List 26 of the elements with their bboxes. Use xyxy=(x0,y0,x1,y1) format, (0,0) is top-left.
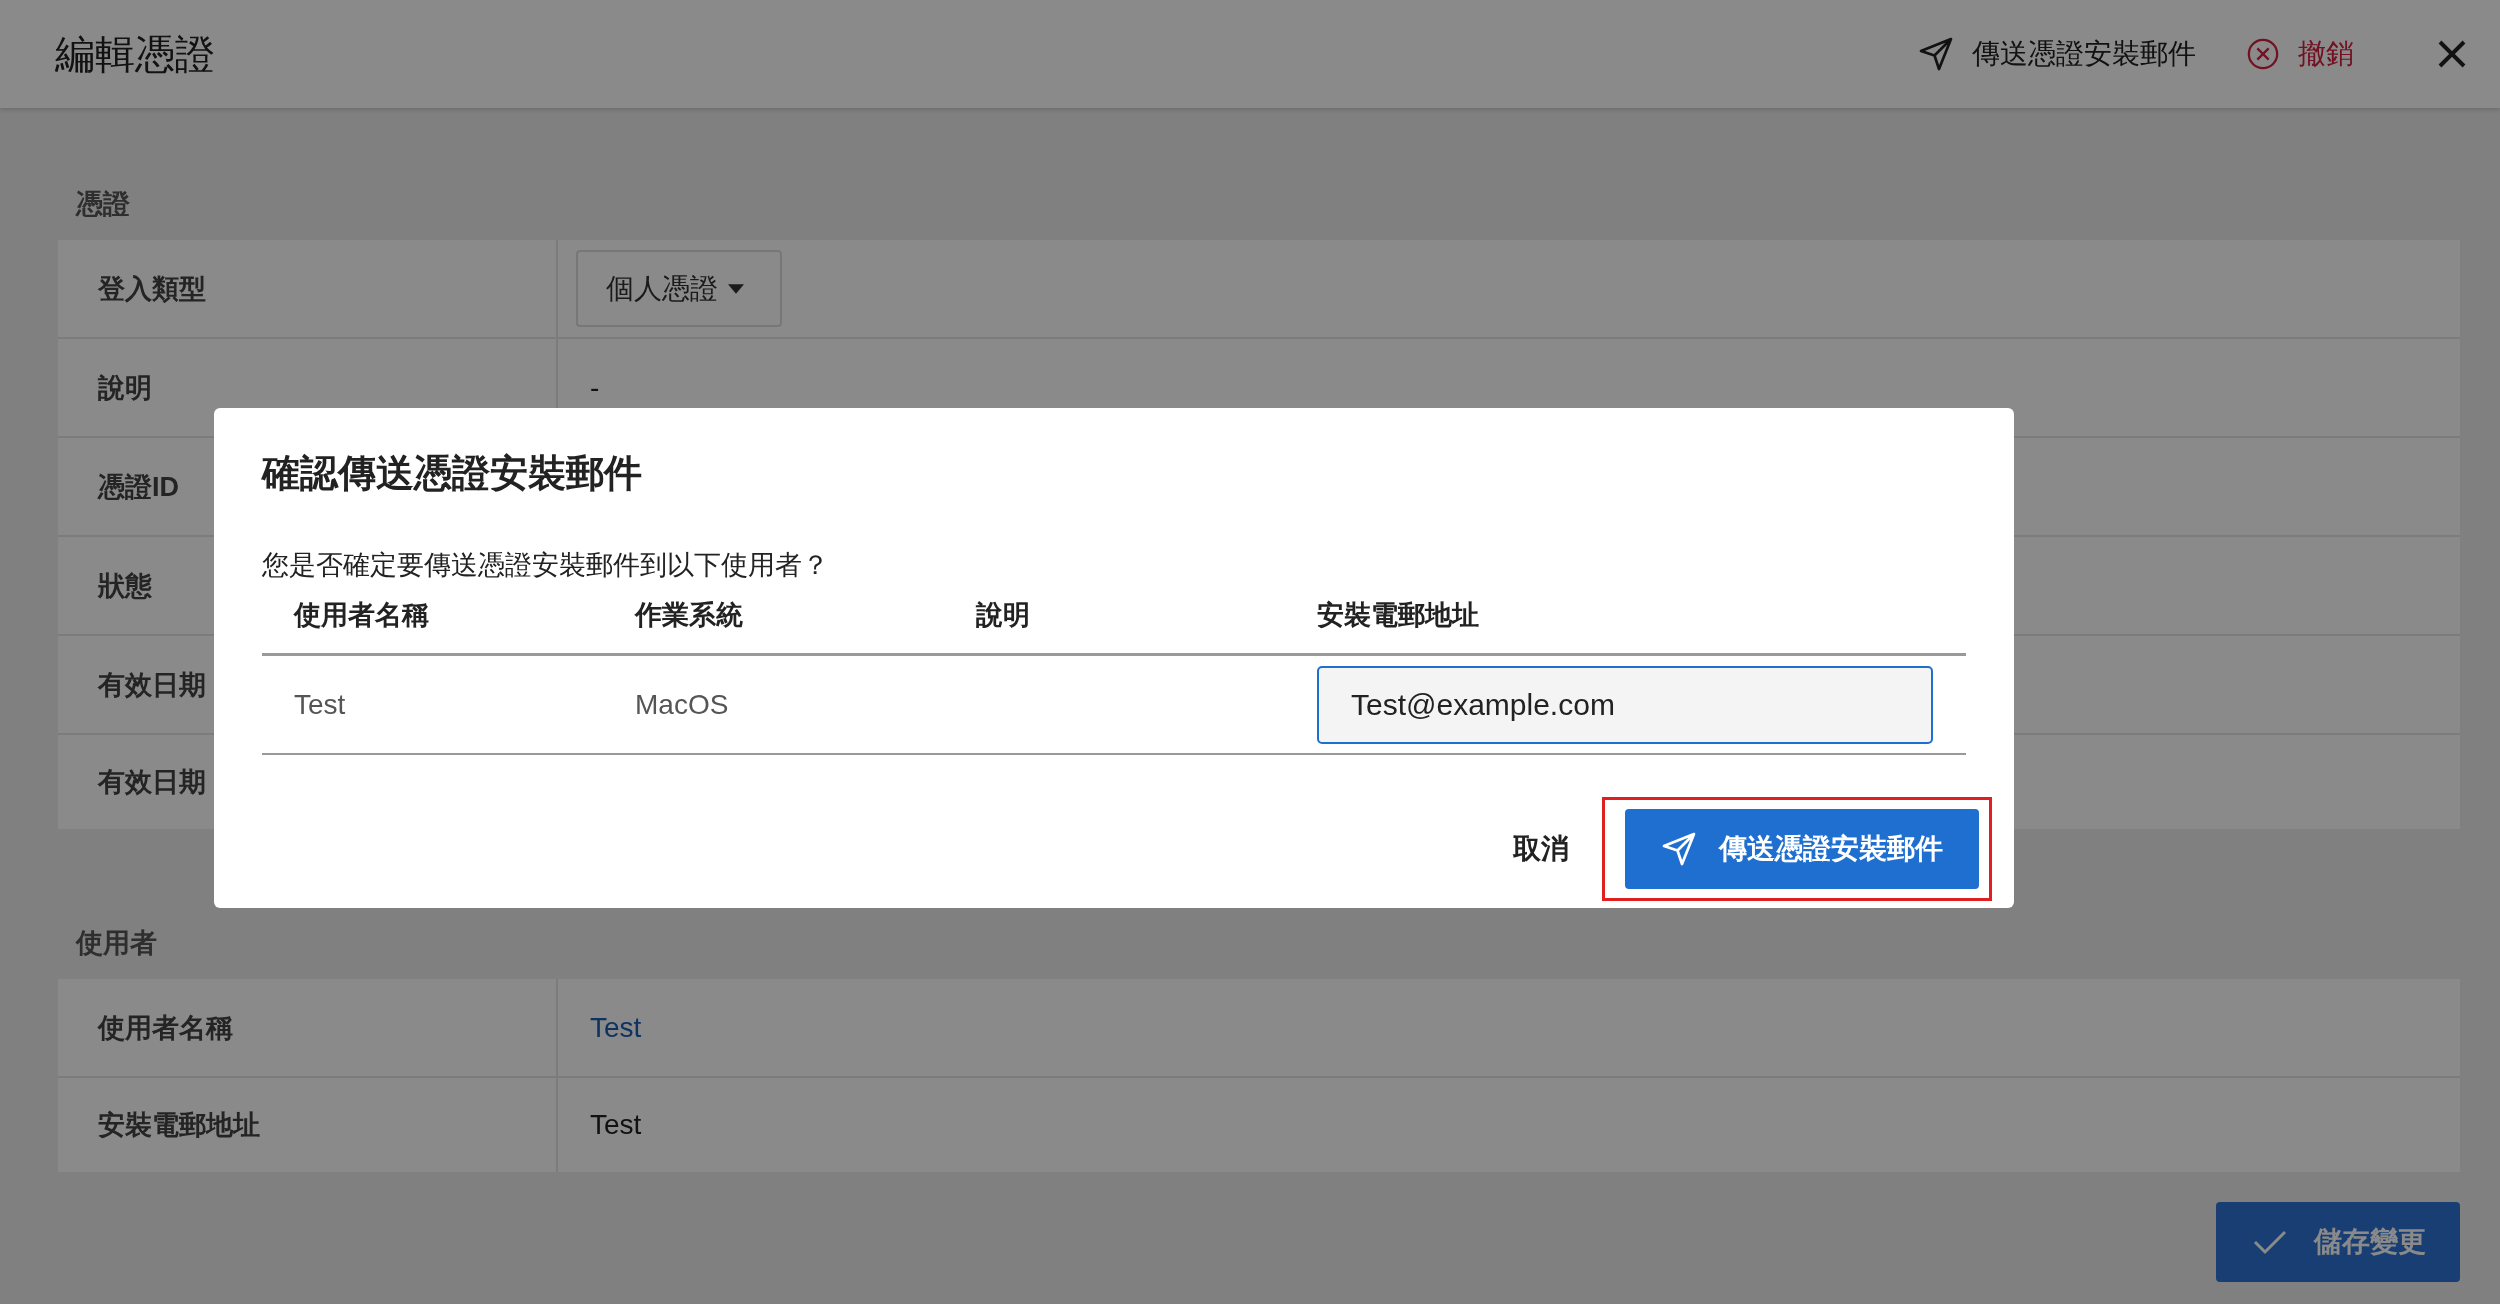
page-title: 編輯憑證 xyxy=(55,30,215,78)
send-icon xyxy=(1661,831,1697,867)
field-value: - xyxy=(589,371,600,404)
user-link[interactable]: Test xyxy=(576,1011,642,1044)
type-dropdown[interactable]: 個人憑證 xyxy=(576,250,782,327)
send-email-button[interactable]: 傳送憑證安裝郵件 xyxy=(1625,809,1979,889)
field-label: 登入類型 xyxy=(58,240,558,337)
field-label: 使用者名稱 xyxy=(58,979,558,1076)
save-button[interactable]: 儲存變更 xyxy=(2216,1202,2460,1282)
column-header: 使用者名稱 xyxy=(292,599,430,632)
send-icon xyxy=(1918,36,1954,72)
column-header: 說明 xyxy=(975,599,1031,632)
field-label: 安裝電郵地址 xyxy=(58,1078,558,1172)
cancel-button[interactable]: 取消 xyxy=(1507,829,1575,869)
email-input-field[interactable]: Test@example.com xyxy=(1317,665,1933,744)
caret-icon xyxy=(728,283,744,294)
table-cell: MacOS xyxy=(635,688,729,720)
cancel-circle-icon xyxy=(2246,37,2280,71)
section-title: 憑證 xyxy=(74,188,131,221)
column-header: 作業系統 xyxy=(633,599,744,632)
column-header: 安裝電郵地址 xyxy=(1316,599,1480,632)
send-email-button[interactable]: 傳送憑證安裝郵件 xyxy=(1918,35,2196,73)
section-title: 使用者 xyxy=(74,927,158,960)
table-cell: Test xyxy=(294,688,346,720)
field-value: Test xyxy=(589,1109,642,1141)
revoke-button[interactable]: 撤銷 xyxy=(2246,35,2354,73)
